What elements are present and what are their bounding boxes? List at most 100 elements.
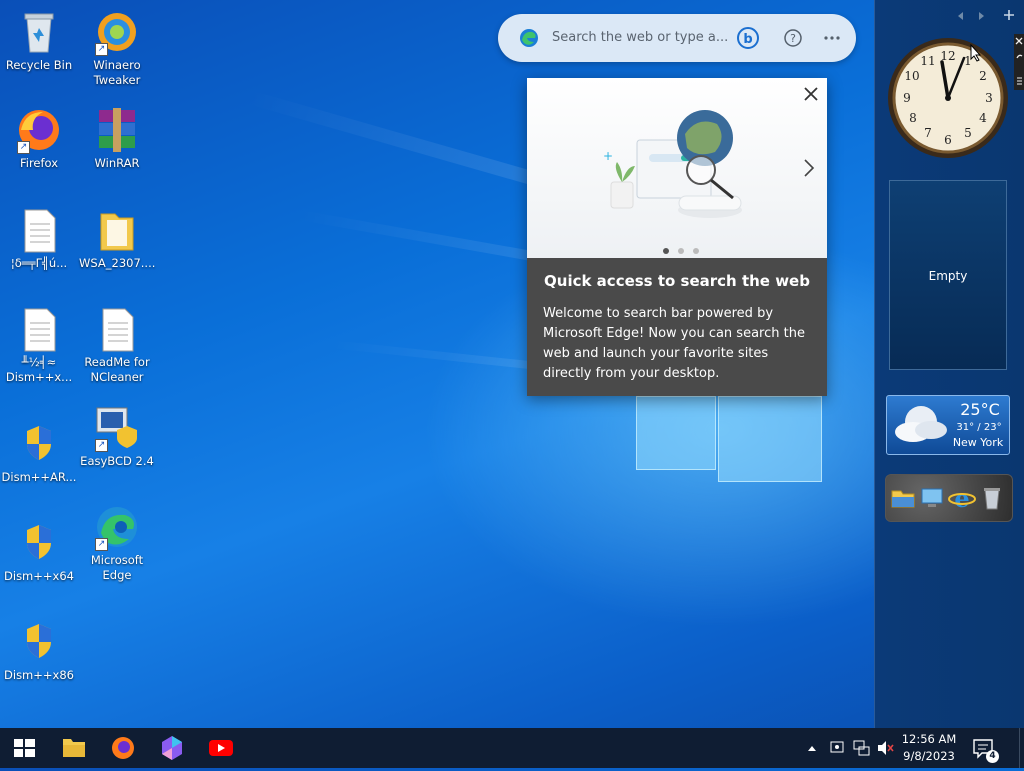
edge-search-bar[interactable]: Search the web or type a... b ? — [498, 14, 856, 62]
taskbar-youtube[interactable] — [197, 728, 245, 768]
internet-explorer-icon[interactable]: e — [948, 484, 976, 513]
show-desktop-button[interactable] — [1019, 728, 1024, 768]
show-hidden-icons[interactable] — [804, 728, 820, 768]
recycle-bin-icon[interactable] — [980, 485, 1004, 511]
sidebar-next-icon[interactable] — [976, 10, 986, 22]
desktop-icon-winrar[interactable]: WinRAR — [79, 106, 155, 171]
svg-text:?: ? — [790, 32, 796, 45]
svg-text:9: 9 — [903, 91, 911, 105]
notification-center-button[interactable]: 4 — [968, 728, 1000, 768]
gadget-controls[interactable] — [1014, 34, 1024, 90]
svg-text:b: b — [743, 32, 752, 47]
desktop-icon-text-file[interactable]: ╨½╡≈ Dism++x... — [1, 305, 77, 385]
firefox-icon: ↗ — [15, 106, 63, 154]
add-gadget-icon[interactable] — [1002, 8, 1016, 22]
easybcd-icon: ↗ — [93, 404, 141, 452]
svg-text:e: e — [954, 484, 969, 512]
notification-badge: 4 — [986, 750, 999, 763]
bing-chat-icon[interactable]: b — [736, 26, 760, 50]
computer-icon[interactable] — [919, 485, 945, 511]
file-explorer-icon[interactable] — [890, 485, 916, 511]
taskbar-copilot[interactable] — [148, 728, 196, 768]
search-input[interactable]: Search the web or type a... — [552, 30, 728, 45]
taskbar-firefox[interactable] — [99, 728, 147, 768]
desktop-icon-label: Dism++x64 — [4, 569, 74, 583]
windows-logo-wallpaper — [636, 396, 822, 482]
carousel-dot-active — [663, 248, 669, 254]
svg-text:11: 11 — [920, 54, 935, 68]
tray-device-icon[interactable] — [828, 728, 846, 768]
carousel-dots — [661, 244, 701, 254]
desktop-icon-dism-x86[interactable]: Dism++x86 — [1, 618, 77, 683]
svg-text:6: 6 — [944, 133, 952, 147]
windows-logo-icon — [14, 739, 35, 757]
svg-text:3: 3 — [985, 91, 993, 105]
weather-gadget[interactable]: 25°C 31° / 23° New York — [886, 395, 1010, 455]
svg-text:2: 2 — [979, 69, 987, 83]
desktop-icon-label: WSA_2307.... — [79, 256, 156, 270]
uac-shield-icon — [15, 519, 63, 567]
svg-text:10: 10 — [904, 69, 919, 83]
desktop-icon-label: EasyBCD 2.4 — [80, 454, 154, 468]
svg-text:5: 5 — [964, 126, 972, 140]
sidebar-prev-icon[interactable] — [956, 10, 966, 22]
desktop-icon-label: ╨½╡≈ Dism++x... — [5, 355, 73, 384]
more-options-icon[interactable] — [820, 26, 844, 50]
youtube-icon — [209, 740, 233, 756]
svg-text:7: 7 — [924, 126, 932, 140]
search-intro-popup: + Quick access to search the web Welcome… — [527, 78, 827, 396]
network-icon[interactable] — [851, 728, 871, 768]
desktop-icon-label: ReadMe for NCleaner — [84, 355, 150, 384]
desktop-icon-dism-x64[interactable]: Dism++x64 — [1, 519, 77, 584]
empty-gadget-label: Empty — [928, 269, 968, 283]
start-button[interactable] — [0, 728, 48, 768]
desktop-icon-microsoft-edge[interactable]: ↗ Microsoft Edge — [79, 503, 155, 583]
desktop-icon-easybcd[interactable]: ↗ EasyBCD 2.4 — [79, 404, 155, 469]
volume-muted-icon[interactable] — [875, 728, 895, 768]
close-icon[interactable] — [801, 84, 821, 104]
carousel-dot — [678, 248, 684, 254]
firefox-icon — [112, 737, 134, 759]
desktop-icon-label: Microsoft Edge — [90, 553, 144, 582]
winrar-icon — [93, 106, 141, 154]
carousel-dot — [693, 248, 699, 254]
desktop-icon-label: WinRAR — [94, 156, 140, 170]
copilot-icon — [162, 736, 182, 760]
weather-temp: 25°C — [960, 400, 1000, 419]
desktop-icon-text-file[interactable]: ¦δ═╤Γ╣ú... — [1, 206, 77, 271]
uac-shield-icon — [15, 420, 63, 468]
shortcut-arrow-icon: ↗ — [95, 538, 108, 551]
popup-body: Welcome to search bar powered by Microso… — [543, 306, 805, 381]
recycle-bin-icon — [15, 8, 63, 56]
desktop-icon-label: Firefox — [19, 156, 59, 170]
desktop-icon-winaero-tweaker[interactable]: ↗ Winaero Tweaker — [79, 8, 155, 88]
mouse-cursor — [970, 43, 982, 62]
text-file-icon — [15, 305, 63, 353]
desktop-icon-label: ¦δ═╤Γ╣ú... — [10, 256, 68, 270]
help-icon[interactable]: ? — [781, 26, 805, 50]
next-slide-chevron-icon[interactable] — [799, 156, 819, 180]
desktop-icon-wsa-folder[interactable]: WSA_2307.... — [79, 206, 155, 271]
popup-hero-illustration: + — [527, 78, 827, 258]
desktop-icon-label: Dism++x86 — [4, 668, 74, 682]
edge-icon: ↗ — [93, 503, 141, 551]
empty-gadget[interactable]: Empty — [889, 180, 1007, 370]
shortcut-arrow-icon: ↗ — [17, 141, 30, 154]
shortcut-arrow-icon: ↗ — [95, 439, 108, 452]
clock-gadget[interactable]: 12 1 2 345 678 9 10 11 — [886, 36, 1010, 160]
desktop-icon-readme-ncleaner[interactable]: ReadMe for NCleaner — [79, 305, 155, 385]
desktop-icon-firefox[interactable]: ↗ Firefox — [1, 106, 77, 171]
text-file-icon — [93, 305, 141, 353]
uac-shield-icon — [15, 618, 63, 666]
taskbar-clock[interactable]: 12:56 AM 9/8/2023 — [898, 731, 960, 765]
clock-time: 12:56 AM — [901, 732, 957, 746]
svg-text:4: 4 — [979, 111, 987, 125]
clock-date: 9/8/2023 — [903, 749, 955, 763]
taskbar-file-explorer[interactable] — [50, 728, 98, 768]
popup-title: Quick access to search the web — [544, 272, 810, 290]
app-launcher-gadget: e — [885, 474, 1013, 522]
text-file-icon — [15, 206, 63, 254]
desktop-icon-dism-arm[interactable]: Dism++AR... — [1, 420, 77, 485]
taskbar: 4 — [0, 728, 1024, 768]
desktop-icon-recycle-bin[interactable]: Recycle Bin — [1, 8, 77, 73]
